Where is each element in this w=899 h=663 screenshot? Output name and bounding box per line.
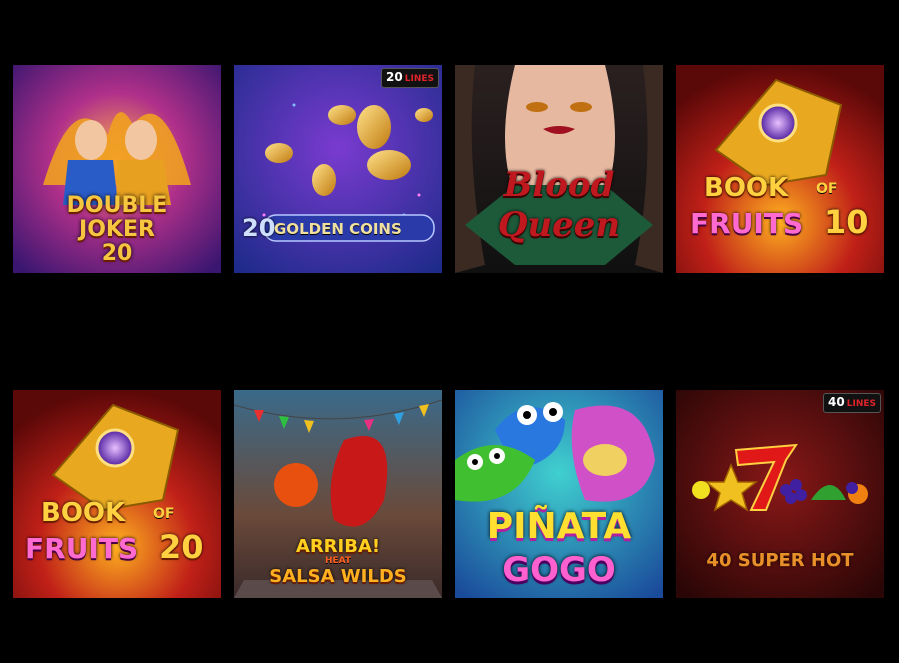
game-tile-blood-queen[interactable]: Blood Queen xyxy=(455,65,663,273)
game-title-line2: HEAT xyxy=(324,556,352,566)
game-tile-40-super-hot[interactable]: 40 LINES 40 SUPER HOT xyxy=(676,390,884,598)
game-title-of: OF xyxy=(816,181,838,197)
game-title-line2: FRUITS xyxy=(25,532,139,565)
game-title-number: 20 xyxy=(242,214,276,242)
lines-badge: 20 LINES xyxy=(381,68,439,88)
game-title-line1: DOUBLE xyxy=(66,193,168,218)
book-of-fruits-artwork xyxy=(676,65,884,273)
game-title-line2: FRUITS xyxy=(690,207,804,240)
game-tile-pinata-gogo[interactable]: PIÑATA GOGO xyxy=(455,390,663,598)
game-title-line1: BOOK xyxy=(41,498,126,528)
game-title-number: 20 xyxy=(101,241,133,266)
game-title: 40 SUPER HOT xyxy=(706,550,854,571)
game-title-of: OF xyxy=(153,506,175,522)
game-title-line3: SALSA WILDS xyxy=(269,566,407,587)
game-title-line2: JOKER xyxy=(79,217,155,242)
game-title-line1: Blood xyxy=(503,165,615,205)
game-title-line1: ARRIBA! xyxy=(295,536,381,557)
game-tile-book-of-fruits-20[interactable]: BOOK OF FRUITS 20 xyxy=(13,390,221,598)
game-tile-20-golden-coins[interactable]: 20 LINES 20 GOLDEN COINS xyxy=(234,65,442,273)
game-tile-book-of-fruits-10[interactable]: BOOK OF FRUITS 10 xyxy=(676,65,884,273)
game-title-number: 20 xyxy=(159,528,204,566)
game-title: GOLDEN COINS xyxy=(274,220,402,238)
game-title-line1: BOOK xyxy=(704,173,789,203)
game-tile-arriba-heat-salsa-wilds[interactable]: ARRIBA! HEAT SALSA WILDS xyxy=(234,390,442,598)
game-title-line2: Queen xyxy=(497,205,621,245)
game-title-number: 10 xyxy=(824,203,869,241)
book-of-fruits-artwork xyxy=(13,390,221,598)
lines-badge: 40 LINES xyxy=(823,393,881,413)
game-title-line2: GOGO xyxy=(502,550,616,590)
game-title-line1: PIÑATA xyxy=(486,506,632,547)
game-tile-double-joker-20[interactable]: DOUBLE JOKER 20 xyxy=(13,65,221,273)
